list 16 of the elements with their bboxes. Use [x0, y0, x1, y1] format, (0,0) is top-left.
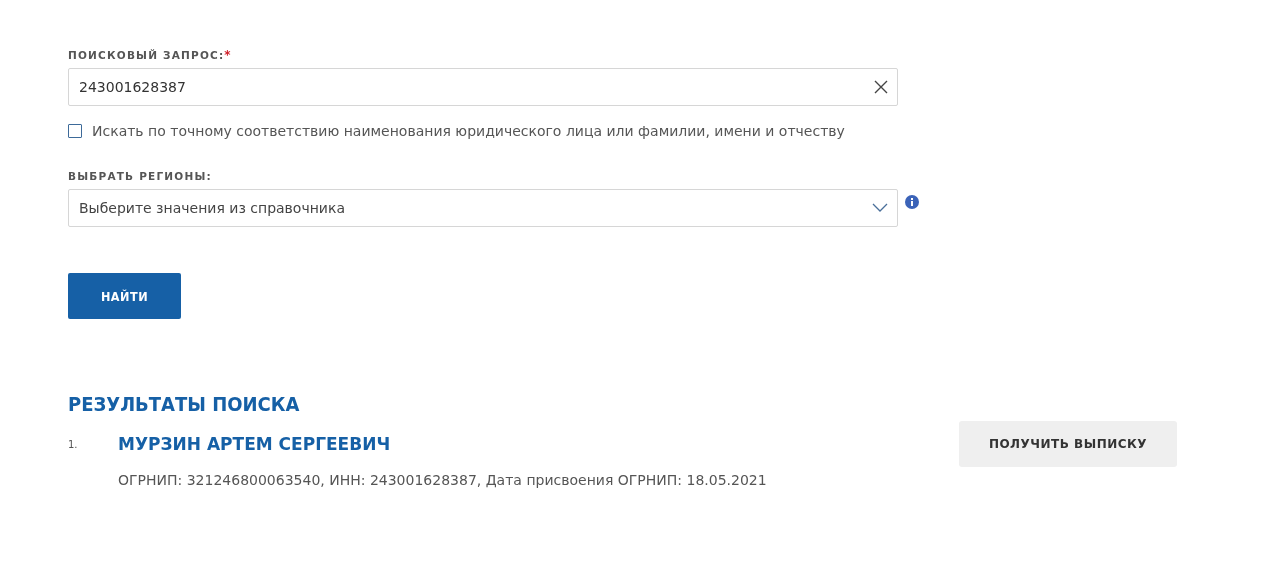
close-icon[interactable] [874, 80, 888, 94]
result-details: ОГРНИП: 321246800063540, ИНН: 243001628387, Дата присвоения ОГРНИП: 18.05.2021 [118, 472, 767, 488]
results-title: РЕЗУЛЬТАТЫ ПОИСКА [68, 392, 301, 416]
checkbox-label: Искать по точному соответствию наименования юридического лица или фамилии, имени и отчеству [92, 123, 845, 139]
find-button[interactable]: НАЙТИ [68, 273, 181, 319]
result-name-link[interactable]: МУРЗИН АРТЕМ СЕРГЕЕВИЧ [118, 434, 391, 454]
search-field[interactable]: 243001628387 [68, 68, 898, 106]
checkbox[interactable] [68, 124, 82, 138]
result-number: 1. [68, 438, 79, 450]
field-label: ПОИСКОВЫЙ ЗАПРОС: [68, 49, 225, 61]
field-label: ВЫБРАТЬ РЕГИОНЫ: [68, 170, 212, 182]
region-select[interactable]: Выберите значения из справочника [68, 189, 898, 227]
required-mark: * [224, 48, 231, 62]
info-icon[interactable] [905, 195, 919, 209]
get-extract-button[interactable]: ПОЛУЧИТЬ ВЫПИСКУ [959, 421, 1177, 467]
chevron-down-icon [872, 203, 888, 213]
